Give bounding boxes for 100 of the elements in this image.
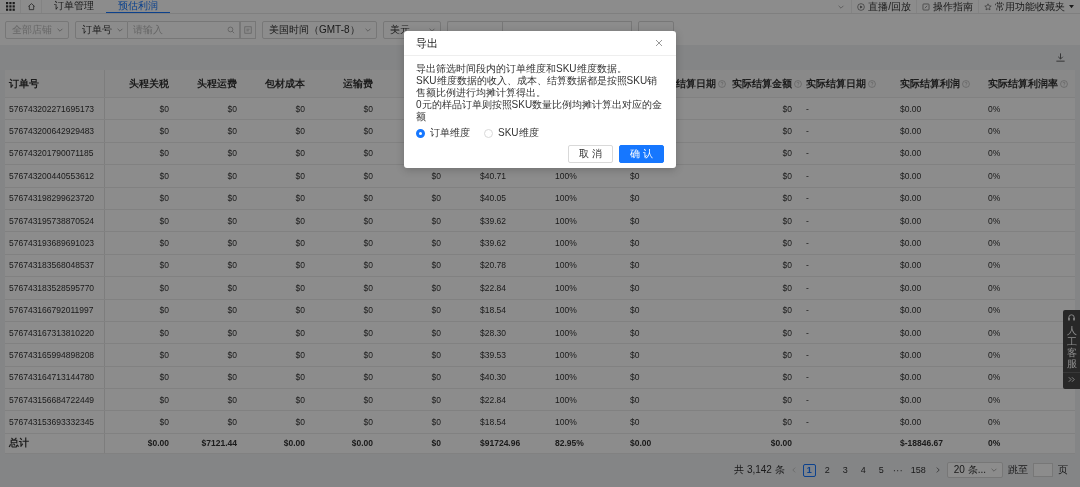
caret-icon — [1068, 3, 1075, 10]
table-cell: $0.00 — [900, 126, 922, 137]
table-cell: 100% — [555, 394, 577, 405]
table-cell: $0 — [630, 282, 640, 293]
table-cell: 100% — [555, 260, 577, 271]
home-icon[interactable] — [26, 2, 36, 11]
table-cell: 0% — [988, 282, 1001, 293]
table-cell: - — [806, 126, 809, 137]
column-header: 实际结算利润 — [900, 76, 960, 91]
table-cell: $0 — [227, 417, 237, 428]
table-cell: $0 — [630, 238, 640, 249]
table-cell: $0 — [227, 327, 237, 338]
confirm-button[interactable]: 确 认 — [619, 145, 664, 163]
total-cell: $0.00 — [630, 438, 652, 449]
table-cell: 0% — [988, 148, 1001, 159]
table-cell: $0 — [782, 103, 792, 114]
table-cell: $0 — [630, 394, 640, 405]
table-cell: - — [806, 417, 809, 428]
search-type-select[interactable]: 订单号 — [75, 20, 128, 39]
table-cell: $0 — [431, 372, 441, 383]
document-icon — [922, 2, 930, 11]
order-number: 576743200642929483 — [9, 126, 95, 137]
help-icon — [962, 79, 970, 88]
table-cell: $0.00 — [900, 305, 922, 316]
table-cell: $0 — [782, 350, 792, 360]
table-cell: - — [806, 215, 809, 226]
table-cell: 0% — [988, 417, 1001, 428]
play-circle-icon — [857, 2, 866, 11]
table-cell: $0 — [295, 305, 305, 316]
table-cell: - — [806, 305, 809, 316]
app-grid-icon[interactable] — [5, 2, 15, 11]
table-cell: 100% — [555, 327, 577, 338]
nav-tab[interactable]: 预估利润 — [106, 0, 170, 13]
table-cell: $0 — [227, 394, 237, 405]
order-number: 576743183528595770 — [9, 282, 95, 293]
table-cell: $0 — [227, 260, 237, 271]
order-number: 576743156684722449 — [9, 394, 95, 405]
column-header: 包材成本 — [265, 76, 305, 91]
radio-option[interactable]: SKU维度 — [484, 127, 539, 139]
page-size-select[interactable]: 20 条... — [946, 462, 1003, 479]
table-cell: $0 — [159, 193, 169, 204]
header-link[interactable]: 直播/回放 — [851, 0, 916, 13]
table-cell: $39.62 — [480, 238, 506, 249]
total-cell: $0.00 — [147, 438, 169, 449]
table-cell: - — [806, 282, 809, 293]
table-cell: $0 — [227, 170, 237, 181]
table-cell: $0 — [431, 193, 441, 204]
nav-tab[interactable]: 订单管理 — [42, 0, 106, 13]
total-cell: 82.95% — [555, 438, 584, 449]
radio-option[interactable]: 订单维度 — [416, 127, 470, 139]
page-button[interactable]: 2 — [820, 463, 834, 477]
download-icon[interactable] — [1055, 52, 1066, 63]
page-button[interactable]: 4 — [856, 463, 870, 477]
batch-input-button[interactable] — [240, 20, 256, 39]
table-cell: $0 — [363, 193, 373, 204]
table-cell: $0 — [782, 372, 792, 383]
header-link[interactable]: 操作指南 — [916, 0, 978, 13]
dialog-text: SKU维度数据的收入、成本、结算数据都是按照SKU销售额比例进行均摊计算得出。 — [416, 75, 659, 99]
table-cell: $0 — [295, 148, 305, 159]
table-cell: $0.00 — [900, 215, 922, 226]
table-cell: - — [806, 327, 809, 338]
table-cell: 0% — [988, 350, 1001, 360]
column-header: 订单号 — [9, 76, 39, 91]
header-link[interactable]: 常用功能收藏夹 — [978, 0, 1080, 13]
table-cell: $0 — [295, 327, 305, 338]
table-cell: $0 — [431, 238, 441, 249]
page-button[interactable]: 3 — [838, 463, 852, 477]
table-cell: $0.00 — [900, 193, 922, 204]
table-cell: 0% — [988, 126, 1001, 137]
page-button[interactable]: 5 — [874, 463, 888, 477]
table-cell: $0 — [295, 282, 305, 293]
table-cell: $0 — [363, 417, 373, 428]
total-cell: $91724.96 — [480, 438, 521, 449]
dialog-text: 导出筛选时间段内的订单维度和SKU维度数据。 — [416, 63, 628, 75]
total-cell: $-18846.67 — [900, 438, 943, 449]
table-cell: $0 — [295, 350, 305, 360]
order-number: 576743195738870524 — [9, 215, 95, 226]
table-cell: 0% — [988, 260, 1001, 271]
table-cell: 0% — [988, 394, 1001, 405]
timezone-select[interactable]: 美国时间（GMT-8） — [262, 20, 377, 39]
dialog-text: 0元的样品订单则按照SKU数量比例均摊计算出对应的金额 — [416, 99, 664, 123]
order-number: 576743167313810220 — [9, 327, 95, 338]
table-cell: $0 — [295, 170, 305, 181]
help-icon — [868, 79, 876, 88]
table-cell: 100% — [555, 350, 577, 360]
table-cell: - — [806, 372, 809, 383]
page-ellipsis[interactable]: ··· — [892, 464, 903, 476]
page-button[interactable]: 158 — [907, 463, 929, 477]
table-cell: $40.30 — [480, 372, 506, 383]
table-cell: $0 — [159, 350, 169, 360]
table-cell: $39.62 — [480, 215, 506, 226]
table-cell: $0 — [295, 238, 305, 249]
table-cell: 0% — [988, 215, 1001, 226]
table-cell: $0 — [227, 305, 237, 316]
chevron-down-icon — [990, 466, 998, 475]
table-cell: $0 — [159, 215, 169, 226]
close-button[interactable] — [654, 38, 664, 48]
table-cell: 0% — [988, 238, 1001, 249]
table-cell: 100% — [555, 238, 577, 249]
cancel-button[interactable]: 取 消 — [568, 145, 614, 163]
